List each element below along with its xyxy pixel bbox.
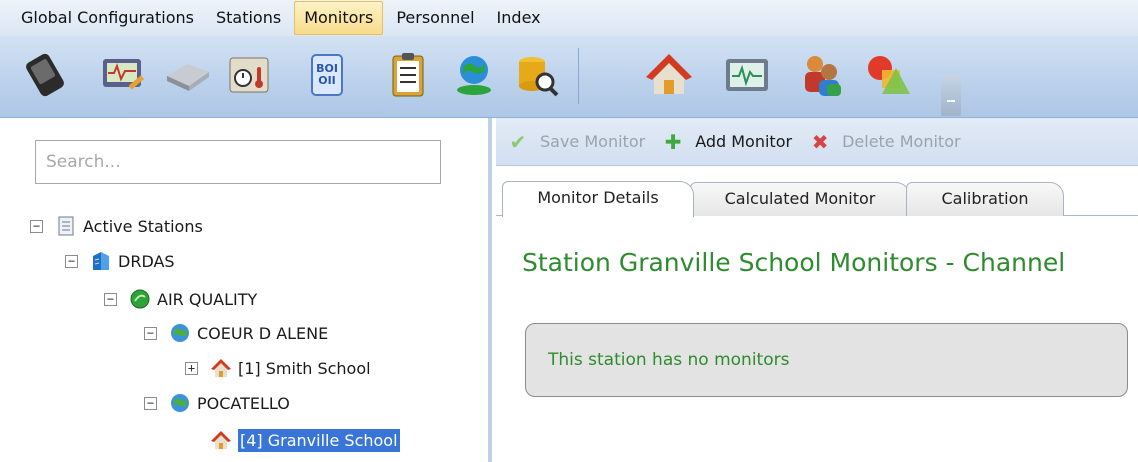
globe-icon: [169, 392, 191, 414]
home-icon: [210, 429, 232, 451]
tree-node-active-stations[interactable]: − Active Stations: [30, 211, 203, 241]
tab-strip: Monitor Details Calculated Monitor Calib…: [496, 180, 1138, 217]
building-icon: [90, 250, 112, 272]
station-tree-panel: − Active Stations − DRDAS − AIR QUALITY …: [0, 118, 492, 462]
tree-node-label: COEUR D ALENE: [197, 323, 329, 343]
hard-drive-icon[interactable]: [163, 50, 213, 100]
add-monitor-button[interactable]: ✚ Add Monitor: [663, 132, 792, 152]
pda-icon[interactable]: [20, 50, 70, 100]
tree-node-pocatello[interactable]: − POCATELLO: [144, 388, 290, 418]
menu-monitors[interactable]: Monitors: [294, 1, 384, 35]
tab-monitor-details[interactable]: Monitor Details: [502, 181, 694, 217]
tree-node-coeur-d-alene[interactable]: − COEUR D ALENE: [144, 318, 328, 348]
tree-node-label: DRDAS: [118, 251, 175, 271]
globe-icon: [169, 322, 191, 344]
menu-personnel[interactable]: Personnel: [387, 2, 483, 34]
green-circle-icon: [129, 288, 151, 310]
tree-node-label: POCATELLO: [197, 393, 290, 413]
tab-calculated-monitor[interactable]: Calculated Monitor: [690, 182, 910, 216]
tree-node-drdas[interactable]: − DRDAS: [65, 246, 175, 276]
toolbar: BOI OII: [0, 36, 1138, 118]
collapse-toggle[interactable]: −: [30, 219, 43, 233]
tree-node-air-quality[interactable]: − AIR QUALITY: [104, 284, 257, 314]
search-input[interactable]: [35, 140, 441, 184]
database-search-icon[interactable]: [512, 50, 562, 100]
collapse-toggle[interactable]: −: [144, 326, 157, 340]
action-bar: ✔ Save Monitor ✚ Add Monitor ✖ Delete Mo…: [496, 118, 1138, 166]
plus-icon: ✚: [664, 129, 682, 154]
collapse-toggle[interactable]: −: [104, 292, 117, 306]
tree-node-label: [4] Granville School: [238, 428, 400, 452]
tree-node-smith-school[interactable]: + [1] Smith School: [185, 353, 371, 383]
tree-node-label: Active Stations: [83, 216, 203, 236]
tree-node-label: AIR QUALITY: [157, 289, 258, 309]
svg-text:OII: OII: [318, 74, 336, 87]
tab-calibration[interactable]: Calibration: [906, 182, 1064, 216]
clock-temperature-icon[interactable]: [224, 50, 274, 100]
page-title: Station Granville School Monitors - Chan…: [522, 248, 1066, 277]
bom-icon[interactable]: BOI OII: [302, 50, 352, 100]
expand-toggle[interactable]: +: [185, 361, 198, 375]
toolbar-separator: [578, 48, 579, 104]
menu-index[interactable]: Index: [488, 2, 550, 34]
save-monitor-button[interactable]: ✔ Save Monitor: [508, 129, 646, 154]
users-icon[interactable]: [797, 50, 847, 100]
waveform-icon[interactable]: [722, 50, 772, 100]
toolbar-overflow-button[interactable]: [941, 74, 961, 116]
clipboard-icon[interactable]: [383, 50, 433, 100]
tree-node-label: [1] Smith School: [238, 358, 371, 378]
home-icon: [210, 357, 232, 379]
collapse-toggle[interactable]: −: [144, 396, 157, 410]
checkmark-icon: ✔: [509, 129, 527, 154]
menu-global-configurations[interactable]: Global Configurations: [12, 2, 203, 34]
menu-bar: Global Configurations Stations Monitors …: [0, 0, 1138, 36]
monitor-edit-icon[interactable]: [98, 50, 148, 100]
menu-stations[interactable]: Stations: [207, 2, 290, 34]
shapes-icon[interactable]: [862, 50, 912, 100]
chevron-down-icon: [947, 100, 955, 106]
epa-globe-icon[interactable]: [449, 50, 499, 100]
close-icon: ✖: [811, 129, 829, 154]
document-icon: [55, 215, 77, 237]
delete-monitor-button[interactable]: ✖ Delete Monitor: [810, 129, 961, 154]
home-icon[interactable]: [644, 50, 694, 100]
empty-state-message: This station has no monitors: [525, 323, 1128, 397]
tree-node-granville-school[interactable]: [4] Granville School: [210, 425, 400, 455]
monitor-details-panel: ✔ Save Monitor ✚ Add Monitor ✖ Delete Mo…: [496, 118, 1138, 462]
collapse-toggle[interactable]: −: [65, 254, 78, 268]
